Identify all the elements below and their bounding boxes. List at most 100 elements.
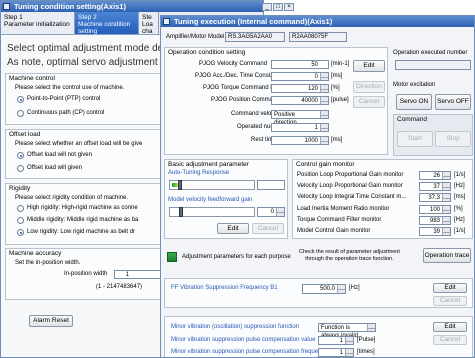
- radio-label: Low rigidity: Low rigid machine as belt …: [27, 229, 136, 235]
- radio-label: Middle rigidity: Middle rigid machine as…: [27, 217, 139, 223]
- ff-vibration-label: FF Vibration Suppression Frequency B1: [171, 285, 278, 291]
- pjog-torque-input[interactable]: 120: [271, 84, 329, 93]
- amp-model-field: RS.3AG5A2AA0: [225, 32, 285, 42]
- auto-tuning-gauge[interactable]: [169, 180, 255, 190]
- minor-vib-comp-value-input[interactable]: 1: [318, 336, 354, 345]
- model-velocity-gauge[interactable]: [169, 207, 255, 217]
- edit-button[interactable]: Edit: [433, 283, 467, 293]
- tuning-execution-window: Tuning execution (Internal command)(Axis…: [160, 15, 475, 358]
- minor-vib-comp-freq-input[interactable]: 1: [318, 348, 354, 357]
- radio-label: Continuous path (CP) control: [27, 110, 105, 116]
- rest-time-input[interactable]: 1000: [271, 136, 329, 145]
- offset-load-group: Offset load Please select whether an off…: [5, 129, 165, 179]
- in-position-label: In-position width: [64, 271, 108, 277]
- gauge-thumb[interactable]: [179, 207, 183, 217]
- app-icon: [163, 18, 170, 25]
- gain-value: 39: [419, 227, 451, 236]
- command-group: Command Start Stop: [393, 114, 473, 156]
- cancel-button[interactable]: Cancel: [433, 335, 467, 345]
- auto-tuning-value[interactable]: [257, 180, 285, 190]
- close-icon[interactable]: ×: [284, 3, 294, 11]
- radio-high-rigidity[interactable]: [17, 205, 24, 212]
- gain-label: Position Loop Proportional Gain monitor: [297, 172, 404, 178]
- minor-vib-label: Minor vibration suppression pulse compen…: [171, 337, 316, 343]
- model-velocity-label: Model velocity feedforward gain: [168, 197, 253, 203]
- window-title: Tuning condition setting(Axis1): [14, 2, 126, 11]
- direction-button[interactable]: Direction: [353, 81, 385, 93]
- group-prompt: Please select rigidity condition of mach…: [15, 195, 129, 201]
- cancel-button[interactable]: Cancel: [353, 96, 385, 108]
- gain-unit: [Hz]: [454, 217, 465, 223]
- machine-accuracy-group: Machine accuracy Set the in-position wid…: [5, 248, 165, 300]
- model-velocity-value[interactable]: 0: [257, 207, 285, 217]
- start-button[interactable]: Start: [397, 131, 433, 147]
- radio-label: Point-to-Point (PTP) control: [27, 96, 101, 102]
- operated-number-input[interactable]: 1: [271, 123, 329, 132]
- edit-button[interactable]: Edit: [433, 322, 467, 332]
- command-velocity-select[interactable]: Positive direction: [271, 110, 329, 126]
- gain-label: Model Control Gain monitor: [297, 228, 371, 234]
- radio-label: Offset load will given: [27, 165, 82, 171]
- chevron-down-icon[interactable]: [320, 111, 328, 118]
- tab-step1[interactable]: Step 1 Parameter initialization: [1, 12, 75, 34]
- servo-on-button[interactable]: Servo ON: [396, 94, 432, 110]
- unit-label: [%]: [331, 85, 340, 91]
- amp-motor-label: Amplifier/Motor Model: [166, 34, 225, 40]
- in-position-input[interactable]: 1: [114, 270, 164, 279]
- group-title: Offset load: [9, 131, 41, 138]
- cancel-button[interactable]: Cancel: [433, 296, 467, 306]
- gain-label: Velocity Loop Proportional Gain monitor: [297, 183, 403, 189]
- gain-unit: [Hz]: [454, 183, 465, 189]
- pjog-velocity-input[interactable]: 50: [271, 60, 329, 69]
- minor-vib-label: Minor vibration suppression pulse compen…: [171, 349, 328, 355]
- gain-value: 983: [419, 216, 451, 225]
- gain-label: Load Inertia Moment Ratio monitor: [297, 206, 390, 212]
- check-result-text: Check the result of parameter adjustment…: [299, 249, 400, 262]
- tab-step3[interactable]: Ste Loa cha: [139, 12, 159, 35]
- op-executed-label: Operation executed number: [393, 50, 468, 56]
- group-prompt: Please select the control use of machine…: [15, 85, 125, 91]
- control-gain-monitor-group: Control gain monitor Position Loop Propo…: [292, 159, 473, 239]
- minor-vib-function-select[interactable]: Function is always invalid: [318, 323, 376, 339]
- radio-offset-given[interactable]: [17, 165, 24, 172]
- basic-adjustment-group: Basic adjustment parameter Auto-Tuning R…: [164, 159, 288, 239]
- minor-vib-label: Minor vibration (oscillation) suppressio…: [171, 324, 300, 330]
- radio-low-rigidity[interactable]: [17, 229, 24, 236]
- chevron-down-icon[interactable]: [367, 324, 375, 331]
- radio-label: Offset load will not given: [27, 152, 92, 158]
- stop-button[interactable]: Stop: [435, 131, 471, 147]
- pjog-position-input[interactable]: 40000: [271, 96, 329, 105]
- edit-button[interactable]: Edit: [353, 60, 385, 72]
- motor-model-field: R2AA08075F: [289, 32, 347, 42]
- gain-unit: [1/s]: [454, 228, 466, 234]
- edit-button[interactable]: Edit: [217, 223, 249, 234]
- group-title: Machine accuracy: [9, 250, 62, 257]
- tab-step2[interactable]: Step 2 Machine condition setting: [75, 12, 139, 35]
- pjog-accdec-label: PJOG Acc./Dec. Time Constant: [195, 73, 279, 79]
- radio-middle-rigidity[interactable]: [17, 217, 24, 224]
- ff-vibration-group: FF Vibration Suppression Frequency B1 50…: [164, 278, 473, 308]
- servo-off-button[interactable]: Servo OFF: [435, 94, 471, 110]
- group-title: Control gain monitor: [296, 161, 355, 168]
- alarm-reset-button[interactable]: Alarm Reset: [29, 315, 73, 327]
- tuning-execution-titlebar: Tuning execution (Internal command)(Axis…: [161, 16, 474, 27]
- gain-value: 37.3: [419, 193, 451, 202]
- radio-offset-not-given[interactable]: [17, 152, 24, 159]
- minimize-icon[interactable]: _: [262, 3, 272, 11]
- cancel-button[interactable]: Cancel: [252, 223, 284, 234]
- group-prompt: Please select whether an offset load wil…: [15, 141, 143, 147]
- group-title: Basic adjustment parameter: [168, 161, 249, 168]
- ff-vibration-input[interactable]: 500.0: [302, 284, 346, 294]
- operation-trace-button[interactable]: Operation trace: [423, 248, 471, 263]
- minor-vib-unit: [Pulse]: [357, 337, 376, 343]
- back-window-controls: _ □ ×: [262, 3, 294, 12]
- pjog-accdec-input[interactable]: 0: [271, 72, 329, 81]
- radio-cp[interactable]: [17, 110, 24, 117]
- gauge-thumb[interactable]: [178, 180, 182, 190]
- expand-arrow-icon[interactable]: [167, 252, 177, 262]
- group-title: Machine control: [9, 75, 55, 82]
- motor-excitation-label: Motor excitation: [393, 82, 436, 88]
- maximize-icon[interactable]: □: [273, 3, 283, 11]
- group-title: Rigidity: [9, 185, 31, 192]
- radio-ptp[interactable]: [17, 96, 24, 103]
